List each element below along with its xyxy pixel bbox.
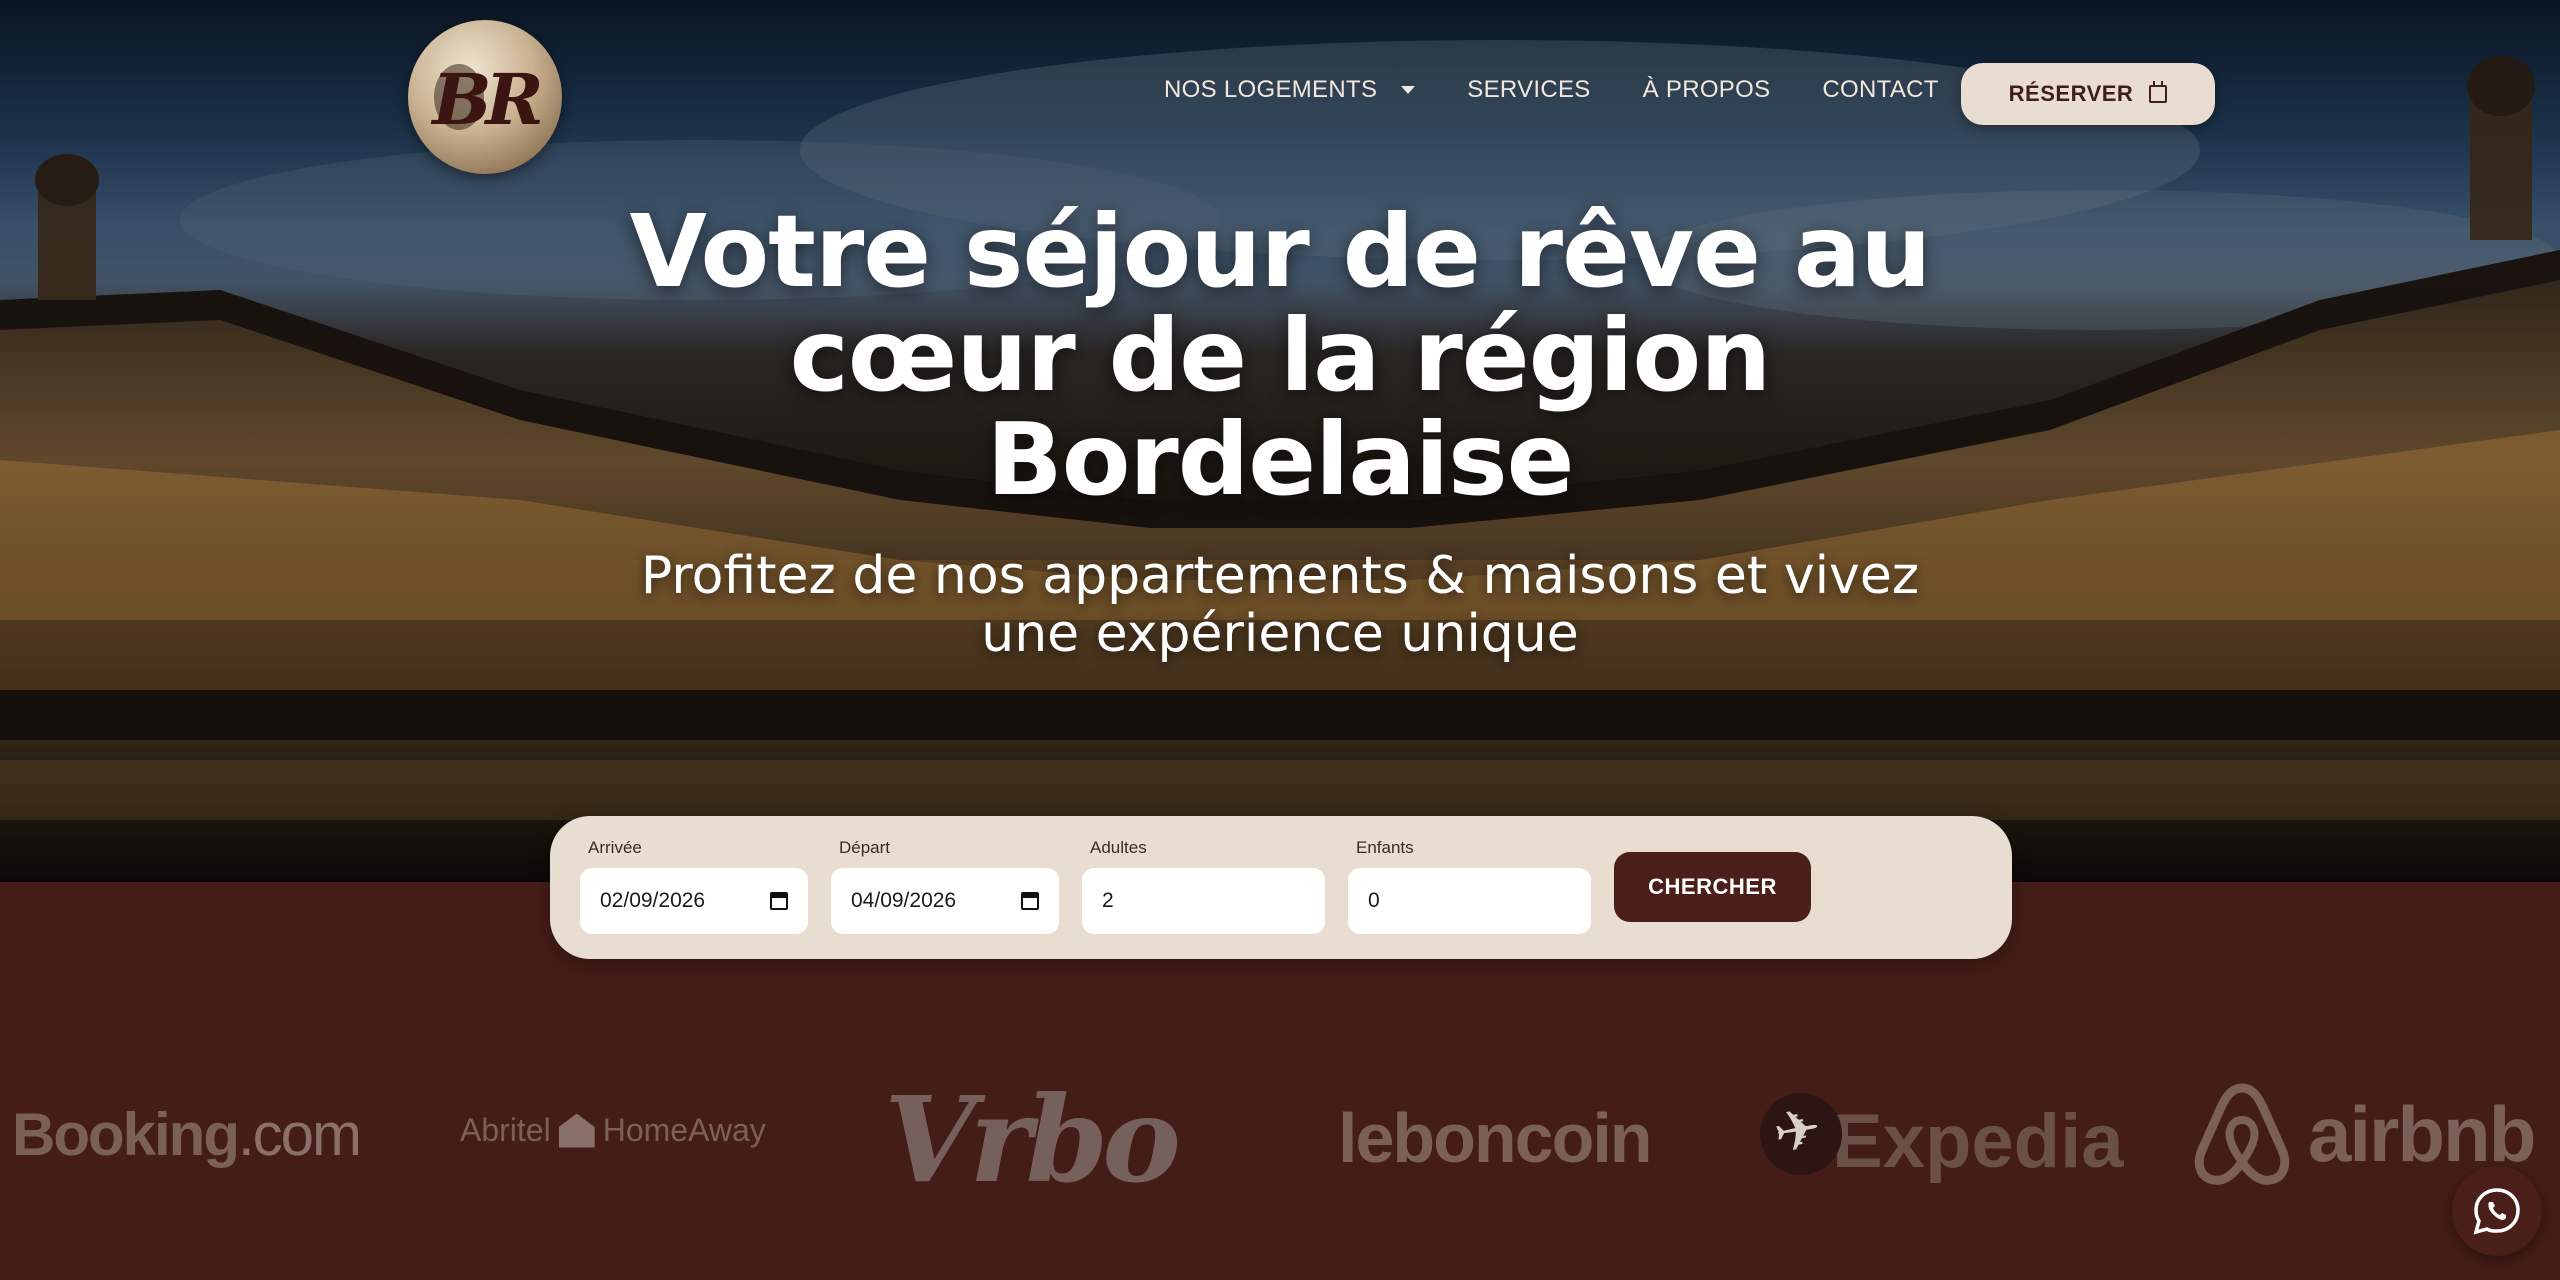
calendar-icon [2149, 81, 2168, 103]
adults-input[interactable]: 2 [1082, 868, 1325, 934]
whatsapp-chat-button[interactable] [2452, 1166, 2542, 1256]
nav-item-logements[interactable]: NOS LOGEMENTS [1164, 76, 1416, 104]
partner-logos: Booking.com Abritel HomeAway Vrbo lebonc… [0, 1060, 2560, 1220]
arrival-label: Arrivée [588, 838, 642, 857]
booking-suffix: .com [237, 1101, 362, 1168]
adults-label: Adultes [1090, 838, 1147, 857]
hero-title-line: cœur de la région [789, 297, 1772, 414]
nav-item-a-propos[interactable]: À PROPOS [1643, 76, 1771, 104]
leboncoin-logo: leboncoin [1338, 1099, 1653, 1177]
departure-date-input[interactable]: 04/09/2026 [831, 868, 1059, 934]
airplane-icon [1760, 1092, 1842, 1175]
booking-name: Booking [12, 1101, 240, 1168]
nav-item-contact[interactable]: CONTACT [1822, 76, 1938, 104]
calendar-icon[interactable] [770, 892, 788, 910]
booking-search-panel: Arrivée 02/09/2026 Départ 04/09/2026 Adu… [550, 816, 2012, 959]
children-label: Enfants [1356, 838, 1414, 857]
children-input[interactable]: 0 [1348, 868, 1591, 934]
expedia-logo: Expedia [1760, 1082, 2123, 1185]
nav-label: SERVICES [1467, 76, 1591, 103]
hero-subtitle-line: Profitez de nos appartements & maisons e… [640, 546, 1920, 606]
main-nav: NOS LOGEMENTS SERVICES À PROPOS CONTACT [1164, 76, 1939, 104]
hero-title-line: Votre séjour de rêve au [629, 193, 1932, 310]
nav-item-services[interactable]: SERVICES [1467, 76, 1590, 104]
adults-field-group: Adultes 2 [1082, 838, 1325, 934]
departure-value: 04/09/2026 [851, 889, 957, 912]
house-icon [558, 1113, 595, 1148]
airbnb-icon [2190, 1078, 2294, 1190]
children-field-group: Enfants 0 [1348, 838, 1591, 934]
calendar-icon[interactable] [1021, 892, 1039, 910]
hero-title-line: Bordelaise [986, 401, 1574, 518]
hero-title: Votre séjour de rêve au cœur de la régio… [560, 200, 2000, 512]
whatsapp-icon [2473, 1188, 2520, 1235]
adults-value: 2 [1102, 889, 1114, 912]
vrbo-logo: Vrbo [884, 1070, 1181, 1209]
children-value: 0 [1368, 889, 1380, 912]
arrival-field-group: Arrivée 02/09/2026 [580, 838, 808, 934]
expedia-name: Expedia [1832, 1099, 2124, 1184]
search-button[interactable]: CHERCHER [1614, 852, 1811, 922]
brand-logo[interactable]: BR [408, 20, 562, 174]
departure-field-group: Départ 04/09/2026 [831, 838, 1059, 934]
abritel-name: Abritel [460, 1112, 551, 1148]
departure-label: Départ [839, 838, 891, 857]
logo-text: BR [432, 58, 543, 141]
chevron-down-icon [1401, 86, 1416, 94]
hero-subtitle: Profitez de nos appartements & maisons e… [520, 547, 2040, 663]
reserve-button[interactable]: RÉSERVER [1961, 63, 2215, 125]
hero-subtitle-line: une expérience unique [981, 604, 1579, 664]
homeaway-name: HomeAway [602, 1112, 766, 1148]
booking-logo: Booking.com [12, 1100, 362, 1169]
abritel-homeaway-logo: Abritel HomeAway [460, 1112, 766, 1149]
nav-label: NOS LOGEMENTS [1164, 76, 1378, 103]
arrival-date-input[interactable]: 02/09/2026 [580, 868, 808, 934]
reserve-label: RÉSERVER [2008, 81, 2134, 106]
nav-label: À PROPOS [1642, 76, 1771, 103]
nav-label: CONTACT [1822, 76, 1939, 103]
arrival-value: 02/09/2026 [600, 889, 706, 912]
